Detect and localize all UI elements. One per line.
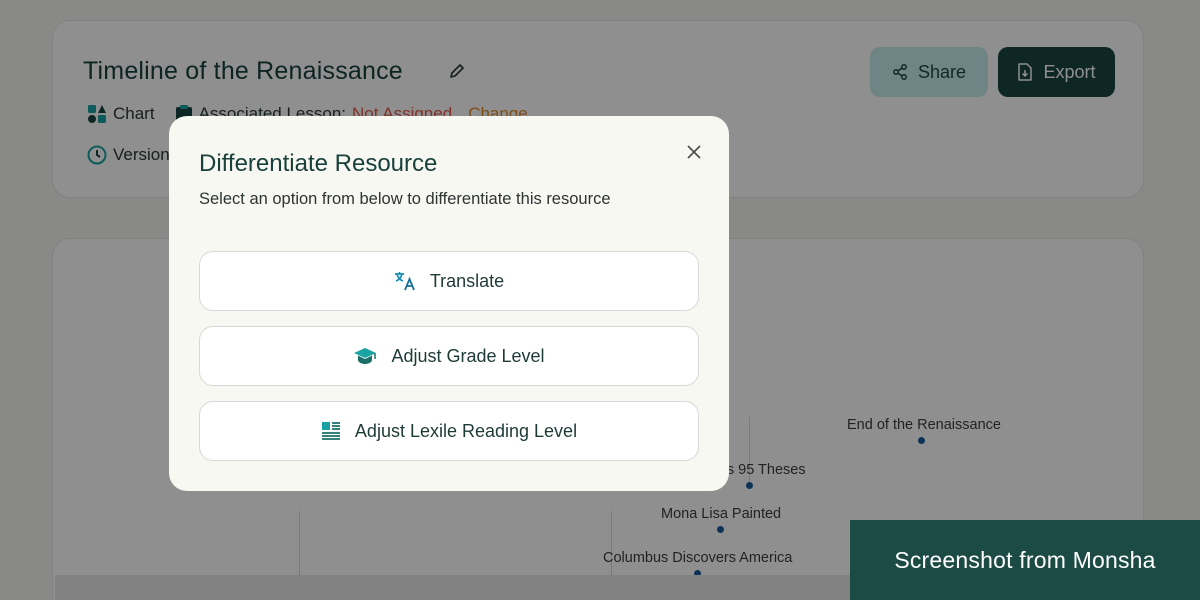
translate-icon — [394, 272, 415, 291]
translate-option-button[interactable]: Translate — [199, 251, 699, 311]
adjust-grade-option-button[interactable]: Adjust Grade Level — [199, 326, 699, 386]
differentiate-modal: Differentiate Resource Select an option … — [169, 116, 729, 491]
reading-level-icon — [321, 422, 340, 440]
modal-title: Differentiate Resource — [199, 150, 438, 177]
modal-subtitle: Select an option from below to different… — [199, 190, 611, 208]
page-background: Timeline of the Renaissance Chart Associ… — [0, 0, 1200, 600]
adjust-grade-option-label: Adjust Grade Level — [391, 345, 545, 366]
watermark-banner: Screenshot from Monsha — [850, 520, 1200, 600]
adjust-lexile-option-label: Adjust Lexile Reading Level — [354, 420, 578, 441]
close-icon[interactable] — [686, 144, 702, 160]
graduation-cap-icon — [354, 348, 377, 364]
translate-option-label: Translate — [429, 270, 505, 291]
adjust-lexile-option-button[interactable]: Adjust Lexile Reading Level — [199, 401, 699, 461]
